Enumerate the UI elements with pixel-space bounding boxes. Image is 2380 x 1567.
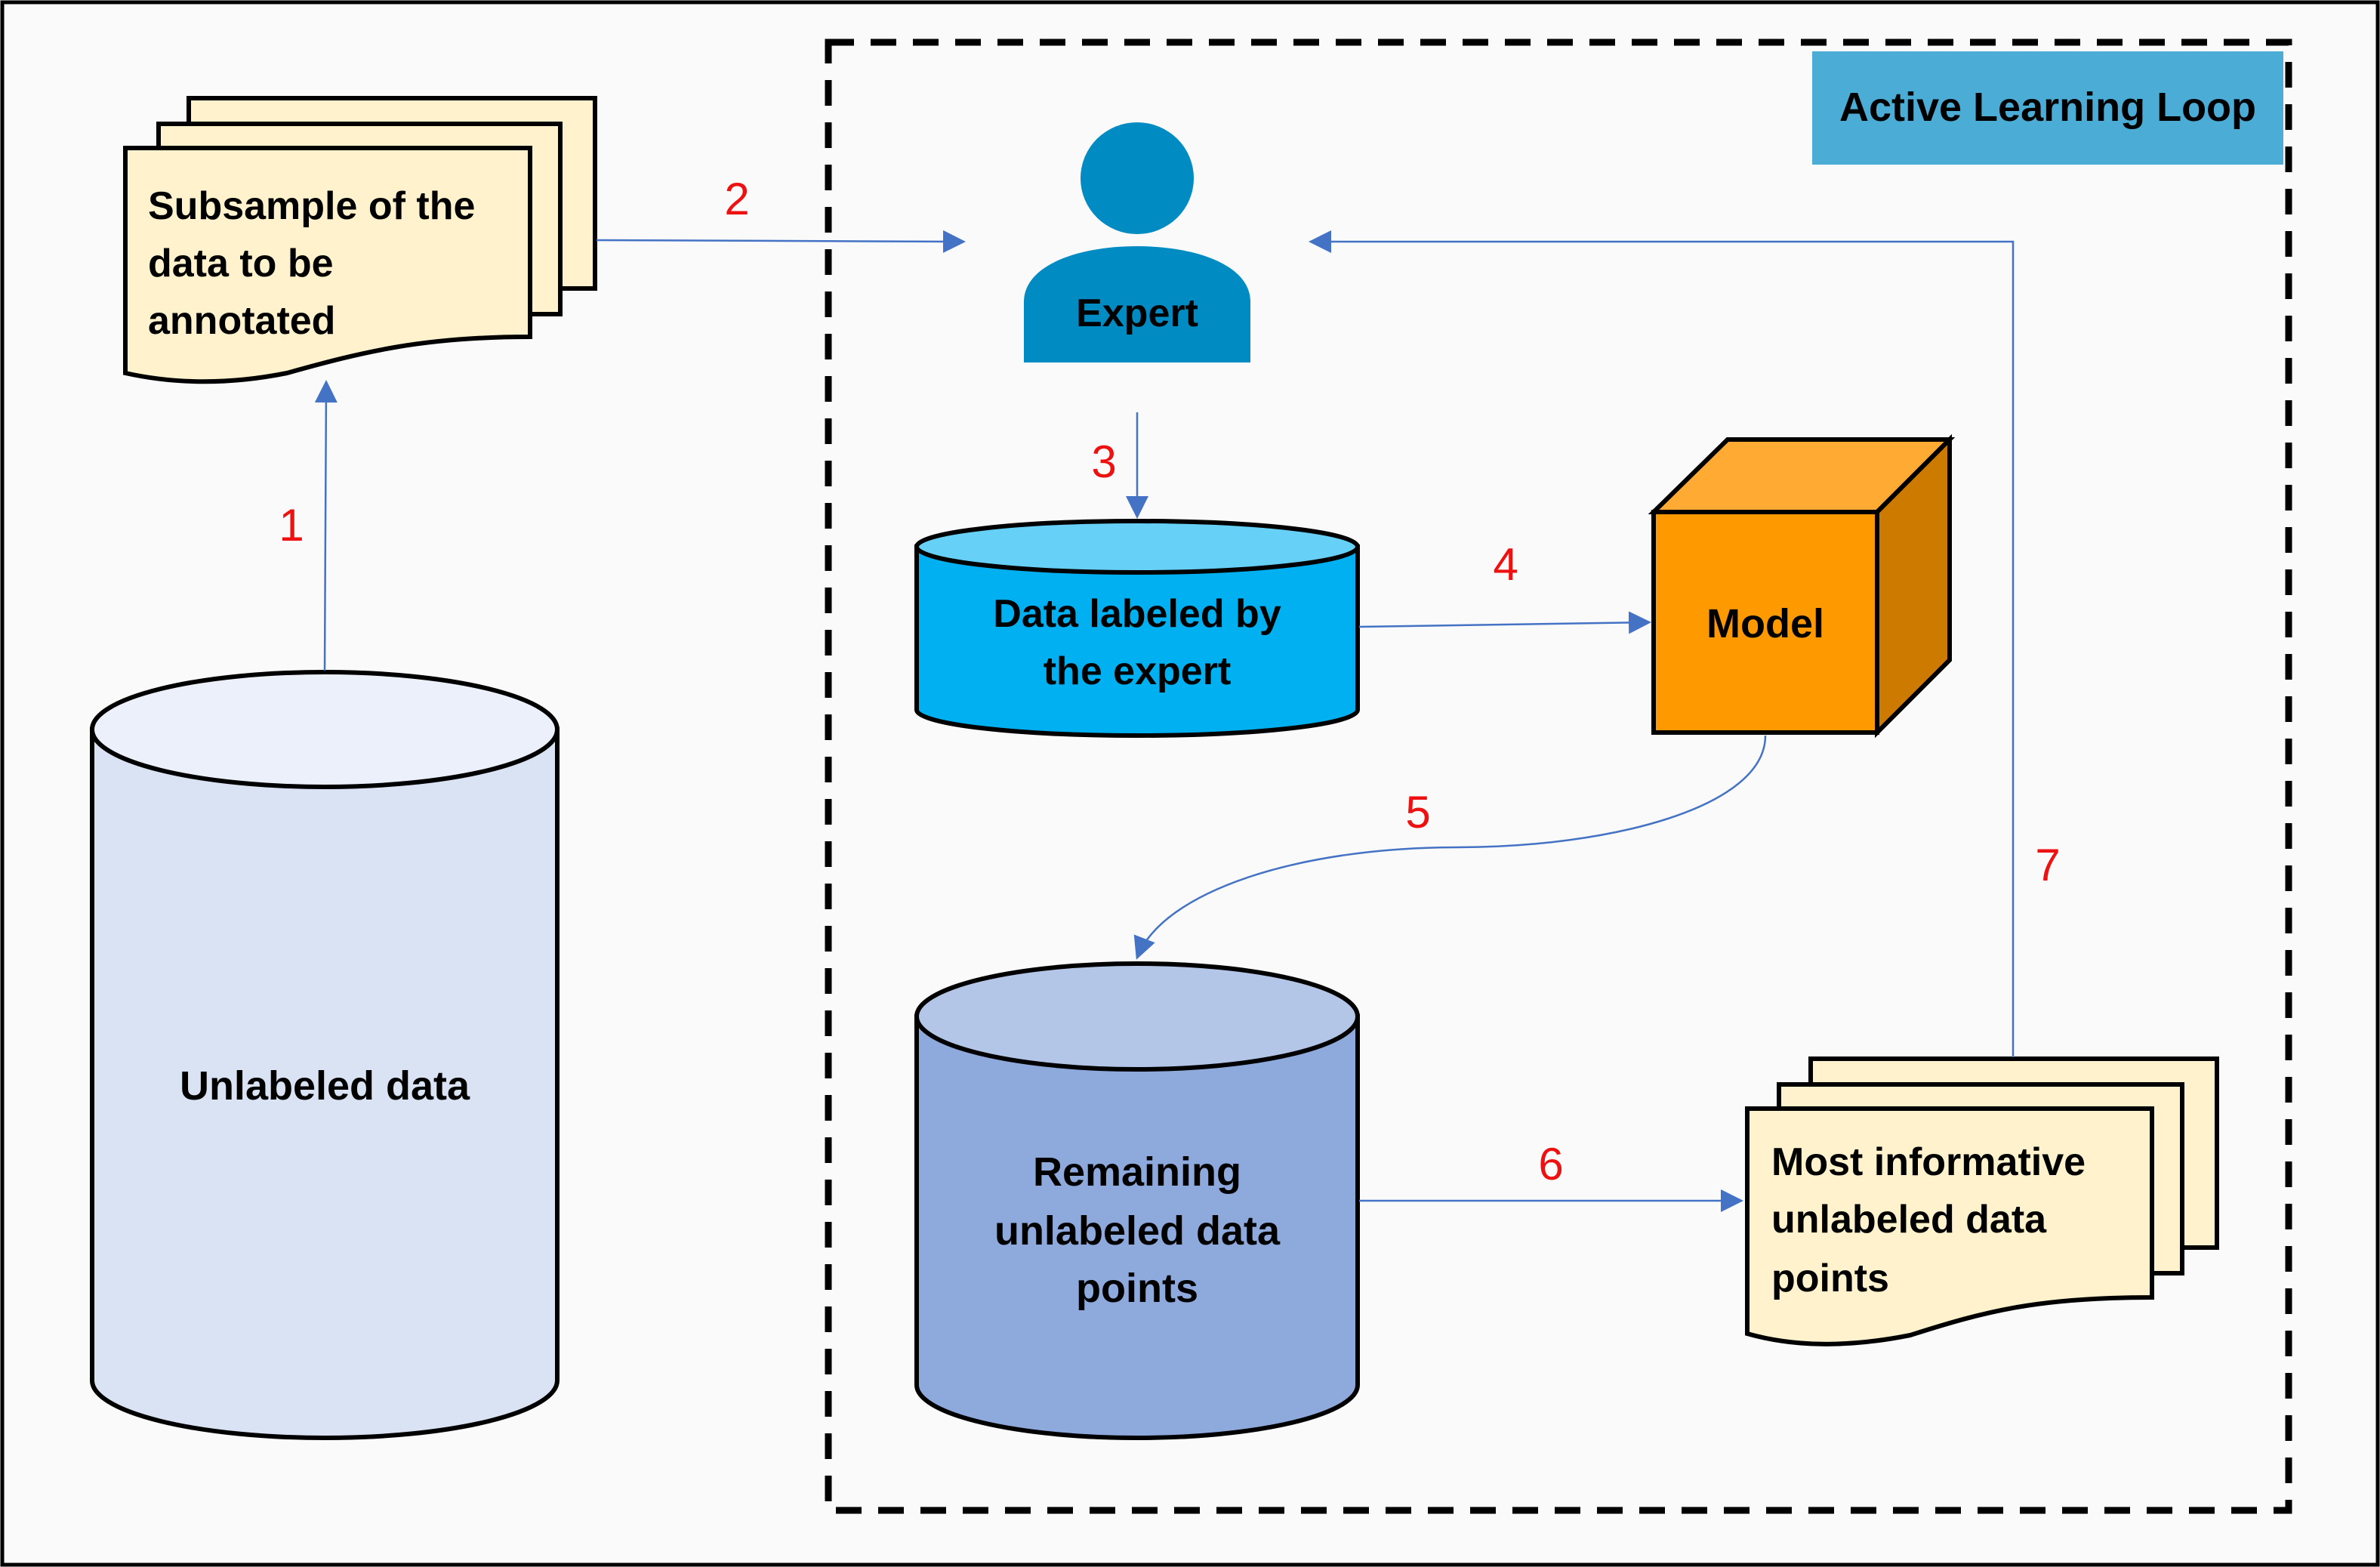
step-number-6: 6 <box>1538 1139 1563 1189</box>
person-head-icon <box>1081 122 1194 234</box>
subsample-label-line-1: Subsample of the <box>148 184 475 228</box>
cylinder-body <box>914 544 1360 738</box>
model-label: Model <box>1706 601 1824 646</box>
step-number-2: 2 <box>724 174 749 224</box>
labeled-data-label-line-2: the expert <box>1044 649 1232 693</box>
remaining-data-label-line-2: unlabeled data <box>994 1208 1281 1254</box>
step-number-7: 7 <box>2035 840 2060 890</box>
active-learning-loop-badge: Active Learning Loop <box>1812 51 2283 165</box>
subsample-label-line-3: annotated <box>148 299 335 343</box>
badge-label: Active Learning Loop <box>1839 85 2256 130</box>
step-number-4: 4 <box>1493 539 1518 590</box>
model-cube: Model <box>1648 433 1956 739</box>
step-number-5: 5 <box>1405 787 1430 837</box>
step-number-3: 3 <box>1091 436 1116 487</box>
labeled-data-label-line-1: Data labeled by <box>993 592 1281 636</box>
cylinder-top <box>914 961 1360 1072</box>
most-informative-label-line-2: unlabeled data <box>1771 1198 2047 1242</box>
expert-label: Expert <box>1076 291 1198 335</box>
remaining-data-cylinder: Remaining unlabeled data points <box>914 961 1360 1440</box>
unlabeled-data-label: Unlabeled data <box>180 1063 470 1109</box>
cylinder-top <box>914 519 1360 575</box>
most-informative-label-line-1: Most informative <box>1771 1140 2086 1184</box>
step-number-1: 1 <box>279 500 304 551</box>
cylinder-top <box>90 670 560 789</box>
most-informative-label-line-3: points <box>1771 1257 1889 1300</box>
labeled-data-cylinder: Data labeled by the expert <box>914 519 1360 738</box>
remaining-data-label-line-3: points <box>1076 1266 1198 1311</box>
remaining-data-label-line-1: Remaining <box>1033 1149 1241 1195</box>
unlabeled-data-cylinder: Unlabeled data <box>90 670 560 1440</box>
active-learning-diagram: Active Learning Loop Unlabeled data Subs… <box>0 0 2380 1567</box>
subsample-label-line-2: data to be <box>148 242 334 285</box>
